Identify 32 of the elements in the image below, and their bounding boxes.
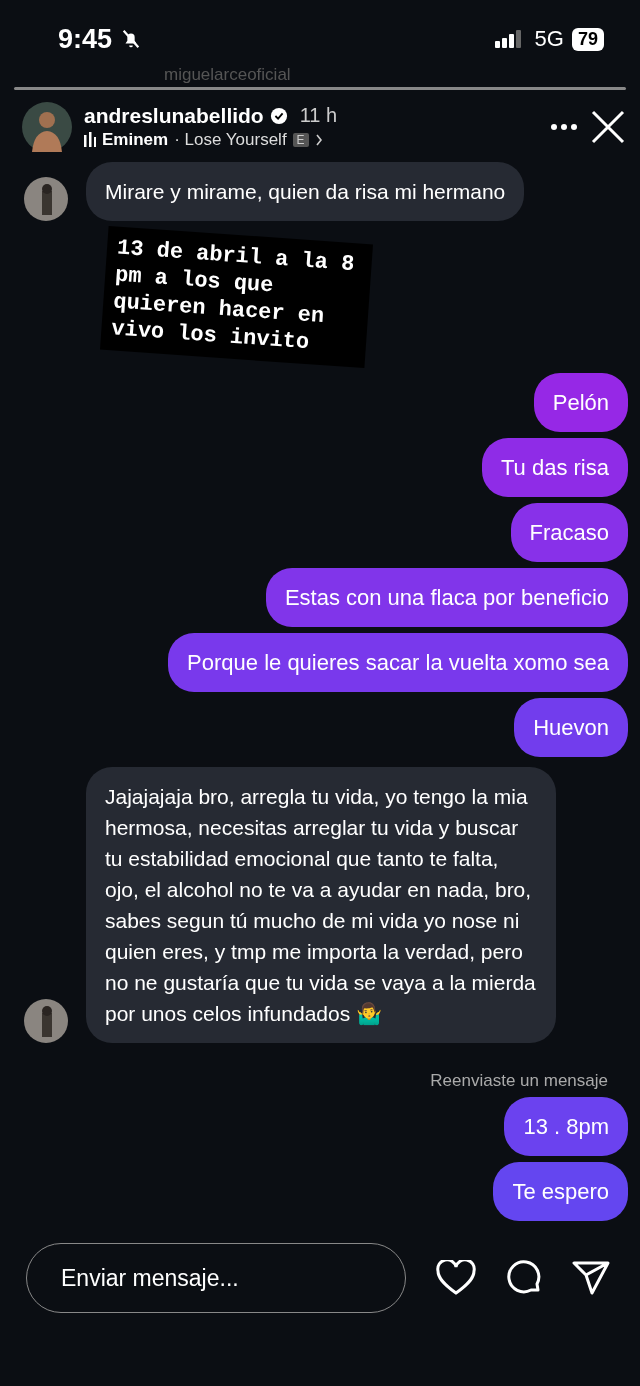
story-username: miguelarceoficial xyxy=(164,64,291,85)
story-text-sticker: 13 de abril a la 8 pm a los que quieren hacer en vivo los invito xyxy=(100,225,373,368)
chevron-right-icon[interactable] xyxy=(314,133,323,146)
sent-message: Porque le quieres sacar la vuelta xomo sea xyxy=(168,632,628,692)
close-icon[interactable] xyxy=(590,108,626,145)
music-bars-icon xyxy=(84,131,96,148)
sent-message: Pelón xyxy=(533,372,628,432)
battery-indicator: 79 xyxy=(571,27,604,51)
music-song: · Lose Yourself xyxy=(174,129,287,150)
sender-avatar[interactable] xyxy=(24,998,68,1043)
sent-message: Estas con una flaca por beneficio xyxy=(265,567,628,627)
received-message: Mirare y mirame, quien da risa mi hermano xyxy=(86,161,525,221)
message-input[interactable]: Enviar mensaje... xyxy=(26,1243,406,1314)
sent-message: Te espero xyxy=(493,1161,628,1221)
music-artist: Eminem xyxy=(102,129,169,150)
sent-message: Huevon xyxy=(514,697,628,757)
sent-message: 13 . 8pm xyxy=(504,1096,628,1156)
sender-avatar[interactable] xyxy=(24,176,68,221)
sent-message: Tu das risa xyxy=(482,437,628,497)
sent-message: Fracaso xyxy=(510,502,628,562)
network-label: 5G xyxy=(534,26,564,53)
status-time: 9:45 xyxy=(58,23,113,55)
forwarded-notice: Reenviaste un mensaje xyxy=(430,1070,608,1091)
profile-avatar[interactable] xyxy=(22,101,72,152)
send-icon[interactable] xyxy=(572,1260,610,1297)
post-time: 11 h xyxy=(299,104,338,128)
username[interactable]: andreslunabellido xyxy=(84,103,264,128)
received-message: Jajajajaja bro, arregla tu vida, yo tengo la mia hermosa, necesitas arreglar tu vida y buscar tu estabilidad emocional que tanto te falta, ojo, el alcohol no te va a ayudar en nada, bro, sabes segun tú mucho de mi vida yo nose ni quien eres, y tmp me importa la verdad, pero no ne gustaría que tu vida se vaya a la mierda por unos celos infundados 🤷‍♂ xyxy=(86,766,556,1043)
more-options-icon[interactable] xyxy=(550,122,578,131)
heart-icon[interactable] xyxy=(436,1260,476,1297)
signal-icon xyxy=(494,30,523,49)
explicit-badge: E xyxy=(292,132,309,147)
